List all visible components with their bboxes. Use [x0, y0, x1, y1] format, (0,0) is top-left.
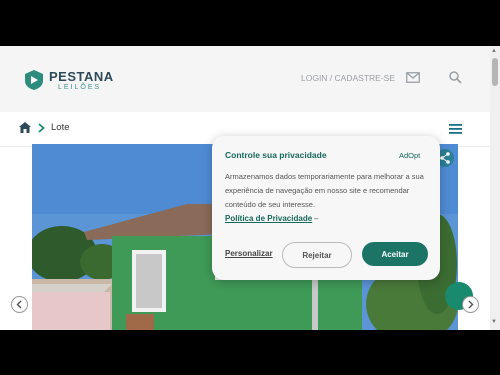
carousel-next-button[interactable] — [462, 296, 479, 313]
pestana-logo[interactable]: PESTANA LEILÕES — [24, 67, 124, 95]
search-icon[interactable] — [449, 71, 462, 84]
arrow-right-icon — [468, 300, 474, 309]
consent-brand[interactable]: AdOpt — [399, 151, 420, 160]
mail-icon[interactable] — [406, 72, 420, 83]
personalize-link[interactable]: Personalizar — [225, 249, 273, 258]
browser-viewport: PESTANA LEILÕES LOGIN / CADASTRE-SE Lote — [0, 46, 500, 330]
scroll-up-icon[interactable]: ▲ — [491, 48, 497, 54]
logo-mark-icon — [25, 70, 43, 90]
breadcrumb-current: Lote — [51, 122, 70, 133]
accept-button[interactable]: Aceitar — [362, 242, 428, 266]
privacy-policy-link[interactable]: Política de Privacidade — [225, 214, 312, 223]
scroll-down-icon[interactable]: ▼ — [491, 319, 497, 325]
consent-dash: – — [314, 214, 319, 223]
reject-button[interactable]: Rejeitar — [282, 242, 352, 268]
brand-name: PESTANA — [49, 69, 114, 84]
chevron-right-icon — [38, 123, 45, 133]
site-header: PESTANA LEILÕES LOGIN / CADASTRE-SE — [0, 46, 490, 112]
consent-text: Armazenamos dados temporariamente para m… — [225, 172, 424, 209]
home-icon[interactable] — [19, 122, 31, 133]
consent-title: Controle sua privacidade — [225, 150, 327, 160]
carousel-prev-button[interactable] — [11, 296, 28, 313]
brand-subtitle: LEILÕES — [58, 84, 102, 91]
scrollbar-thumb[interactable] — [492, 58, 498, 86]
menu-icon[interactable] — [449, 124, 462, 134]
arrow-left-icon — [16, 300, 22, 309]
scrollbar-track[interactable] — [490, 46, 500, 330]
login-link[interactable]: LOGIN / CADASTRE-SE — [301, 73, 395, 83]
privacy-consent-dialog: Controle sua privacidade AdOpt Armazenam… — [212, 136, 440, 280]
